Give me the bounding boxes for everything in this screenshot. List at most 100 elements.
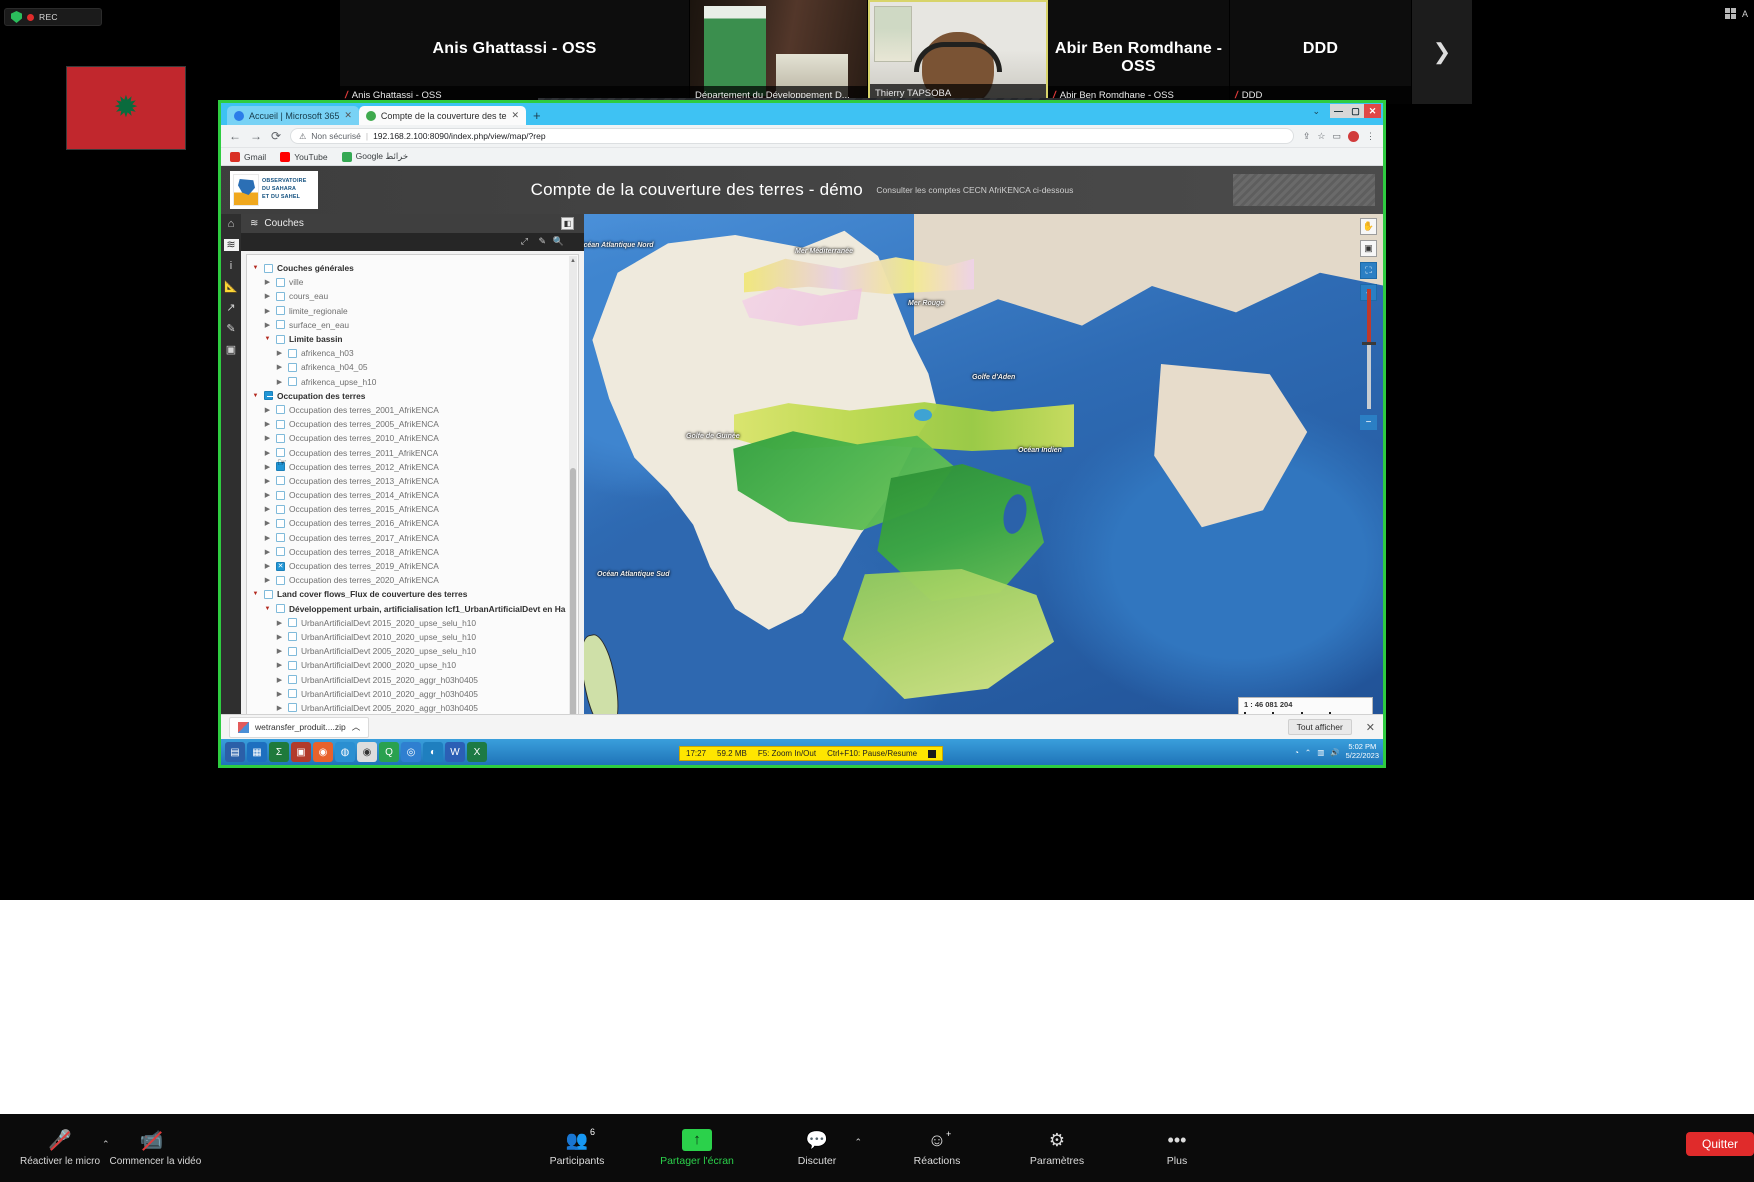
layer-checkbox[interactable] [276, 405, 285, 415]
layer-checkbox[interactable] [276, 277, 285, 287]
layer-row[interactable]: ▶ ✕ Occupation des terres_2019_AfrikENCA [251, 559, 576, 573]
close-download-bar-icon[interactable]: ✕ [1366, 721, 1375, 734]
layer-checkbox[interactable] [276, 419, 285, 429]
pan-icon[interactable]: ✋ [1360, 218, 1377, 235]
layer-row[interactable]: ▶ UrbanArtificialDevt 2015_2020_aggr_h03h… [251, 672, 576, 686]
chat-button[interactable]: 💬 ⌃ Discuter [776, 1129, 862, 1167]
layer-row[interactable]: ▶ Occupation des terres_2017_AfrikENCA [251, 531, 576, 545]
expand-icon[interactable]: ▶ [275, 676, 284, 684]
bookmark-youtube[interactable]: YouTube [280, 151, 328, 162]
new-tab-button[interactable]: + [533, 108, 541, 123]
maximize-button[interactable]: ▢ [1347, 104, 1364, 118]
layer-checkbox[interactable] [276, 433, 285, 443]
zoom-slider-knob[interactable] [1362, 341, 1376, 345]
share-icon[interactable]: ⇪ [1303, 131, 1311, 142]
quit-button[interactable]: Quitter [1685, 1132, 1754, 1156]
layer-row[interactable]: ▶ UrbanArtificialDevt 2015_2020_upse_selu… [251, 616, 576, 630]
taskbar-clock[interactable]: 5:02 PM 5/22/2023 [1346, 743, 1379, 760]
expand-icon[interactable]: ▶ [275, 349, 284, 357]
layer-checkbox[interactable] [288, 618, 297, 628]
layer-checkbox[interactable] [288, 377, 297, 387]
search-icon[interactable]: 🔍 [553, 236, 564, 247]
grid-view-icon[interactable] [1724, 8, 1736, 19]
expand-icon[interactable]: ▶ [263, 449, 272, 457]
layer-row[interactable]: ▶ UrbanArtificialDevt 2005_2020_aggr_h03h… [251, 701, 576, 715]
layer-checkbox[interactable] [264, 589, 273, 599]
layer-checkbox[interactable] [276, 476, 285, 486]
collapse-panel-button[interactable]: ◧ [561, 217, 574, 230]
address-bar[interactable]: ⚠ Non sécurisé | 192.168.2.100:8090/inde… [290, 128, 1294, 144]
layer-checkbox[interactable] [288, 632, 297, 642]
layer-checkbox[interactable] [276, 575, 285, 585]
taskbar-explorer-icon[interactable]: ▤ [225, 742, 245, 762]
collapse-icon[interactable]: ▼ [251, 591, 260, 597]
layer-checkbox[interactable] [264, 263, 273, 273]
expand-icon[interactable]: ▶ [263, 491, 272, 499]
participant-tile[interactable]: Abir Ben Romdhane - OSS / Abir Ben Romdh… [1048, 0, 1230, 104]
tray-caret-icon[interactable]: ⌃ [1305, 748, 1311, 757]
chat-chevron-icon[interactable]: ⌃ [854, 1137, 862, 1148]
layer-checkbox[interactable] [264, 391, 273, 401]
participant-tile-active-speaker[interactable]: Thierry TAPSOBA [868, 0, 1048, 104]
layer-checkbox[interactable] [288, 348, 297, 358]
share-screen-button[interactable]: ↑ Partager l'écran [656, 1129, 738, 1167]
layer-checkbox[interactable] [276, 291, 285, 301]
collapse-icon[interactable]: ▼ [251, 393, 260, 399]
layer-row[interactable]: ▶ ville [251, 275, 576, 289]
taskbar-app-icon[interactable]: ▦ [247, 742, 267, 762]
expand-icon[interactable]: ▶ [263, 477, 272, 485]
layer-checkbox[interactable] [288, 689, 297, 699]
layer-row[interactable]: ▶ afrikenca_h03 [251, 346, 576, 360]
layer-checkbox[interactable] [276, 518, 285, 528]
expand-icon[interactable]: ▶ [263, 321, 272, 329]
print-icon[interactable]: ▣ [224, 344, 239, 356]
draw-icon[interactable]: ✎ [224, 323, 239, 335]
layer-checkbox[interactable] [276, 334, 285, 344]
expand-icon[interactable]: ▶ [263, 406, 272, 414]
edit-icon[interactable]: ✎ [538, 236, 546, 247]
more-button[interactable]: ••• Plus [1136, 1129, 1218, 1167]
browser-tab[interactable]: Accueil | Microsoft 365 ✕ [227, 106, 359, 125]
tab-close-icon[interactable]: ✕ [512, 110, 520, 121]
layer-row[interactable]: ▶ Occupation des terres_2013_AfrikENCA [251, 474, 576, 488]
layer-row[interactable]: ▶ Occupation des terres_2010_AfrikENCA [251, 431, 576, 445]
layer-checkbox[interactable] [288, 646, 297, 656]
layer-row[interactable]: ▶ cours_eau [251, 289, 576, 303]
layer-row[interactable]: ▶ limite_regionale [251, 304, 576, 318]
expand-icon[interactable]: ▶ [263, 463, 272, 471]
expand-icon[interactable]: ▶ [263, 576, 272, 584]
layer-row[interactable]: ▶ Occupation des terres_2016_AfrikENCA [251, 516, 576, 530]
layer-checkbox[interactable] [276, 504, 285, 514]
expand-icon[interactable]: ▶ [263, 292, 272, 300]
layer-row[interactable]: ▼ Couches générales [251, 261, 576, 275]
layer-row[interactable]: ▶ Occupation des terres_2005_AfrikENCA [251, 417, 576, 431]
expand-icon[interactable]: ▶ [263, 519, 272, 527]
bookmark-google-maps[interactable]: Google خرائط [341, 151, 408, 162]
avatar[interactable] [1348, 130, 1359, 142]
collapse-icon[interactable]: ▼ [263, 606, 272, 612]
layer-row[interactable]: ▶ afrikenca_h04_05 [251, 360, 576, 374]
layer-row[interactable]: ▶ UrbanArtificialDevt 2005_2020_upse_selu… [251, 644, 576, 658]
layer-row[interactable]: ▶ UrbanArtificialDevt 2010_2020_upse_selu… [251, 630, 576, 644]
taskbar-firefox-icon[interactable]: ◉ [313, 742, 333, 762]
tray-icon[interactable]: ◔ [1294, 748, 1299, 757]
layer-row[interactable]: ▶ afrikenca_upse_h10 [251, 375, 576, 389]
layer-row[interactable]: ▶ Occupation des terres_2012_AfrikENCA [251, 460, 576, 474]
layer-row[interactable]: ▶ Occupation des terres_2018_AfrikENCA [251, 545, 576, 559]
forward-icon[interactable]: → [250, 129, 262, 143]
export-icon[interactable]: ↗ [224, 302, 239, 314]
home-icon[interactable]: ⌂ [224, 218, 239, 230]
menu-icon[interactable]: ⋮ [1366, 131, 1375, 142]
layer-row[interactable]: ▶ Occupation des terres_2015_AfrikENCA [251, 502, 576, 516]
layer-row[interactable]: ▶ Occupation des terres_2014_AfrikENCA [251, 488, 576, 502]
minimize-button[interactable]: — [1330, 104, 1347, 118]
chevron-down-icon[interactable]: ⌄ [1312, 106, 1320, 117]
taskbar-pdf-icon[interactable]: ▣ [291, 742, 311, 762]
expand-icon[interactable]: ⤢ [521, 236, 528, 247]
measure-icon[interactable]: 📐 [224, 281, 239, 293]
recorder-stop-button[interactable] [928, 749, 937, 758]
bookmark-star-icon[interactable]: ☆ [1317, 131, 1325, 142]
recording-indicator[interactable]: REC [4, 8, 102, 26]
taskbar-qgis-icon[interactable]: Q [379, 742, 399, 762]
expand-icon[interactable]: ▶ [275, 363, 284, 371]
